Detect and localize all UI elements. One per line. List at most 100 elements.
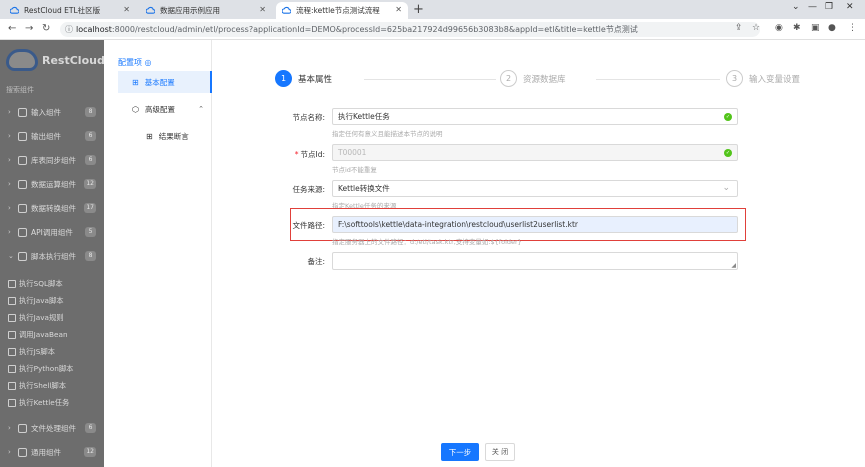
sidepanel-icon[interactable]: ▣ <box>811 23 820 33</box>
file-path-input[interactable]: F:\softtools\kettle\data-integration\res… <box>332 216 738 233</box>
node-name-hint: 指定任何有意义且能描述本节点的说明 <box>332 130 443 138</box>
nav-group[interactable]: › 通用组件 12 <box>0 442 104 462</box>
count-badge: 6 <box>85 423 96 433</box>
node-id-value: T00001 <box>338 148 367 157</box>
node-id-label-text: 节点Id: <box>300 150 326 159</box>
tab-title: 数据应用示例应用 <box>160 6 220 15</box>
nav-group[interactable]: › 输出组件 6 <box>0 126 104 146</box>
node-id-input: T00001 ✓ <box>332 144 738 161</box>
config-menu-title: 配置项 ◎ <box>118 57 152 68</box>
resize-handle-icon[interactable]: ◢ <box>731 262 736 269</box>
nav-group-label: 库表同步组件 <box>31 155 76 165</box>
node-config-dialog: 配置项 ◎ ⊞ 基本配置 ⬡ 高级配置 ⌃ ⊞ 结果断言 1 基本属性 2 资源数据库 3输… <box>104 40 865 467</box>
component-icon <box>18 107 27 117</box>
config-item-basic[interactable]: ⊞ 基本配置 <box>118 71 212 93</box>
script-icon <box>8 314 16 322</box>
close-icon[interactable]: ✕ <box>259 5 266 14</box>
close-button[interactable]: 关 闭 <box>485 443 515 461</box>
count-badge: 8 <box>85 107 96 117</box>
close-icon[interactable]: ✕ <box>395 5 402 14</box>
nav-group-label: 输入组件 <box>31 107 61 117</box>
count-badge: 12 <box>84 447 96 457</box>
script-icon <box>8 382 16 390</box>
reload-icon[interactable]: ↻ <box>42 23 50 34</box>
brand-name: RestCloud <box>42 53 105 67</box>
step-resource-db[interactable]: 2 资源数据库 <box>500 70 566 87</box>
script-component-item[interactable]: 执行Java规则 <box>8 310 64 326</box>
script-component-item[interactable]: 执行Shell脚本 <box>8 378 66 394</box>
script-component-item[interactable]: 执行JS脚本 <box>8 344 55 360</box>
step-input-variables[interactable]: 3 输入变量设置 <box>726 70 800 87</box>
script-item-label: 执行Shell脚本 <box>19 381 66 390</box>
count-badge: 12 <box>84 179 96 189</box>
task-source-label: 任务来源: <box>292 185 325 194</box>
puzzle-icon[interactable]: ✱ <box>793 23 801 33</box>
nav-group[interactable]: › 数据运算组件 12 <box>0 174 104 194</box>
component-icon <box>18 203 27 213</box>
component-search[interactable]: 搜索组件 <box>6 85 34 95</box>
component-icon <box>18 447 27 457</box>
info-icon[interactable]: ⓘ <box>65 24 73 35</box>
task-source-select[interactable]: Kettle转换文件 ⌄ <box>332 180 738 197</box>
component-icon <box>18 131 27 141</box>
tab-title: RestCloud ETL社区版 <box>24 6 101 15</box>
component-icon <box>18 251 27 261</box>
nav-group[interactable]: › API调用组件 5 <box>0 222 104 242</box>
bookmark-star-icon[interactable]: ☆ <box>752 23 760 33</box>
forward-icon[interactable]: → <box>25 23 33 34</box>
menu-icon[interactable]: ⋮ <box>848 23 857 33</box>
script-component-item[interactable]: 调用JavaBean <box>8 327 68 343</box>
extension-icon[interactable]: ◉ <box>775 23 783 33</box>
chevron-right-icon: › <box>8 228 11 236</box>
nav-group[interactable]: › 文件处理组件 6 <box>0 418 104 438</box>
remark-label: 备注: <box>307 257 325 266</box>
browser-tabstrip: RestCloud ETL社区版 ✕ 数据应用示例应用 ✕ 流程:kettle节… <box>0 0 865 19</box>
script-component-item[interactable]: 执行Python脚本 <box>8 361 73 377</box>
nav-group[interactable]: › 输入组件 8 <box>0 102 104 122</box>
nav-group[interactable]: › 库表同步组件 6 <box>0 150 104 170</box>
script-item-label: 执行Java脚本 <box>19 296 64 305</box>
logo: RestCloud <box>6 49 105 71</box>
component-icon <box>18 179 27 189</box>
step-basic-properties[interactable]: 1 基本属性 <box>275 70 332 87</box>
back-icon[interactable]: ← <box>8 23 16 34</box>
config-item-advanced[interactable]: ⬡ 高级配置 ⌃ <box>104 98 212 120</box>
browser-tab-active[interactable]: 流程:kettle节点测试流程 ✕ <box>276 2 408 19</box>
file-path-value: F:\softtools\kettle\data-integration\res… <box>338 220 578 229</box>
chevron-right-icon: › <box>8 204 11 212</box>
minimize-icon[interactable]: — <box>808 2 817 12</box>
nav-group-label: 文件处理组件 <box>31 423 76 433</box>
browser-tab[interactable]: RestCloud ETL社区版 ✕ <box>4 2 136 19</box>
nav-group[interactable]: › 数据转换组件 17 <box>0 198 104 218</box>
node-name-input[interactable]: 执行Kettle任务 ✓ <box>332 108 738 125</box>
grid-icon: ⊞ <box>146 131 153 141</box>
restore-icon[interactable]: ❐ <box>825 2 833 12</box>
address-bar[interactable]: ⓘ localhost:8000/restcloud/admin/etl/pro… <box>60 22 760 37</box>
window-close-icon[interactable]: ✕ <box>846 2 854 12</box>
step-number: 3 <box>726 70 743 87</box>
share-icon[interactable]: ⇪ <box>735 23 743 33</box>
tab-search-icon[interactable]: ⌄ <box>792 2 800 12</box>
count-badge: 5 <box>85 227 96 237</box>
profile-icon[interactable]: ● <box>828 23 836 33</box>
node-name-value: 执行Kettle任务 <box>338 112 390 121</box>
remark-textarea[interactable]: ◢ <box>332 252 738 270</box>
nav-group-label: 数据转换组件 <box>31 203 76 213</box>
grid-icon: ⊞ <box>132 77 139 87</box>
script-component-item[interactable]: 执行Kettle任务 <box>8 395 69 411</box>
new-tab-button[interactable]: + <box>413 2 424 17</box>
chevron-right-icon: › <box>8 448 11 456</box>
close-icon[interactable]: ✕ <box>123 5 130 14</box>
component-icon <box>18 423 27 433</box>
config-item-assert[interactable]: ⊞ 结果断言 <box>118 125 212 147</box>
script-component-item[interactable]: 执行SQL脚本 <box>8 276 63 292</box>
config-item-label: 高级配置 <box>144 104 175 114</box>
nav-group-expanded[interactable]: ⌄ 脚本执行组件 8 <box>0 246 104 266</box>
script-component-item[interactable]: 执行Java脚本 <box>8 293 64 309</box>
url-path: :8000/restcloud/admin/etl/process?applic… <box>111 25 638 34</box>
chevron-right-icon: › <box>8 424 11 432</box>
next-button[interactable]: 下一步 <box>441 443 479 461</box>
step-number: 1 <box>275 70 292 87</box>
config-item-label: 基本配置 <box>144 77 175 87</box>
browser-tab[interactable]: 数据应用示例应用 ✕ <box>140 2 272 19</box>
